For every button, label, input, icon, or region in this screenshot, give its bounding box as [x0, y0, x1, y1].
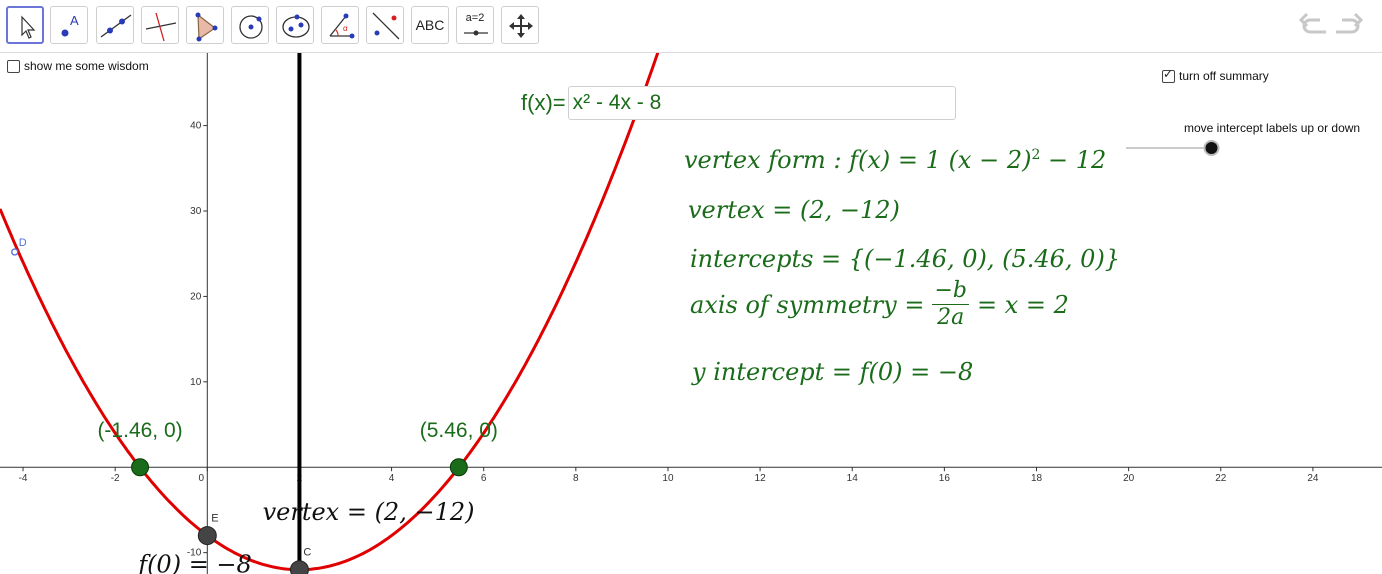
x-tick-label: 20: [1123, 473, 1135, 484]
svg-text:α: α: [343, 24, 348, 33]
svg-text:A: A: [70, 13, 79, 28]
axis-fraction: −b 2a: [932, 278, 969, 331]
vertex-form-constant: − 12: [1040, 146, 1107, 174]
y-tick-label: 10: [190, 377, 202, 388]
ellipse-icon: [282, 14, 310, 38]
axis-of-symmetry-label: axis of symmetry =: [690, 290, 925, 319]
x-tick-label: 4: [389, 473, 395, 484]
undo-redo-icons: [1298, 12, 1364, 34]
point-D-label: D: [19, 237, 27, 249]
slider-tool-button[interactable]: a=2: [456, 6, 494, 44]
y-tick-label: 30: [190, 206, 202, 217]
line-tool-button[interactable]: [96, 6, 134, 44]
tick-labels: -4-2024681012141618202224-1010203040: [19, 121, 1319, 559]
axis-fraction-numerator: −b: [932, 278, 969, 305]
axis-ticks: [22, 125, 1314, 554]
point-E[interactable]: [197, 526, 217, 546]
parabola-curve[interactable]: [0, 53, 674, 572]
point-C-label: C: [303, 547, 311, 559]
input-bar-label: f(x)=: [521, 90, 566, 115]
summary-vertex-form: vertex form : f(x) = 1 (x − 2)2 − 12: [684, 146, 1106, 174]
x-tick-label: 16: [939, 473, 951, 484]
point-E-label: E: [211, 513, 218, 525]
perpendicular-line-tool-button[interactable]: [141, 6, 179, 44]
function-input-field[interactable]: x² - 4x - 8: [567, 86, 956, 120]
move-arrows-icon: [509, 14, 533, 38]
x-intercept-right[interactable]: [449, 458, 468, 477]
text-tool-button[interactable]: ABC: [411, 6, 449, 44]
summary-checkbox[interactable]: [1162, 67, 1175, 83]
wisdom-checkbox-label: show me some wisdom: [24, 59, 149, 73]
point-C[interactable]: [289, 560, 309, 574]
f0-annotation: f(0) = −8: [136, 550, 252, 574]
x-intercept-left-label: (-1.46, 0): [97, 419, 182, 442]
toolbar: A α ABC a=2: [0, 0, 1382, 53]
slider-icon: [464, 30, 488, 36]
x-tick-label: 14: [847, 473, 859, 484]
move-tool-button[interactable]: [6, 6, 44, 44]
x-intercept-right-label: (5.46, 0): [420, 419, 498, 442]
point-icon: A: [61, 13, 79, 37]
y-tick-label: 20: [190, 291, 202, 302]
polygon-icon: [195, 12, 218, 42]
line-icon: [100, 14, 132, 38]
x-tick-label: 0: [199, 473, 205, 484]
redo-icon[interactable]: [1336, 12, 1364, 34]
move-graphics-view-tool-button[interactable]: [501, 6, 539, 44]
x-tick-label: 12: [755, 473, 767, 484]
circle-icon: [239, 15, 263, 39]
axis-fraction-denominator: 2a: [937, 305, 965, 330]
point-tool-button[interactable]: A: [50, 6, 88, 44]
reflect-about-line-icon: [372, 12, 400, 40]
circle-tool-button[interactable]: [231, 6, 269, 44]
text-tool-label: ABC: [415, 17, 445, 33]
summary-checkbox-label: turn off summary: [1179, 69, 1269, 83]
ellipse-tool-button[interactable]: [276, 6, 314, 44]
vertex-annotation: vertex = (2, −12): [263, 498, 475, 526]
x-tick-label: -2: [111, 473, 120, 484]
x-tick-label: 24: [1307, 473, 1319, 484]
x-intercept-left[interactable]: [131, 458, 150, 477]
summary-intercepts: intercepts = {(−1.46, 0), (5.46, 0)}: [690, 245, 1121, 273]
x-tick-label: 6: [481, 473, 487, 484]
summary-axis-of-symmetry: axis of symmetry = −b 2a = x = 2: [690, 278, 1069, 331]
point-D[interactable]: [11, 248, 19, 256]
x-tick-label: -4: [19, 473, 28, 484]
reflect-tool-button[interactable]: [366, 6, 404, 44]
x-tick-label: 10: [662, 473, 674, 484]
intercept-label-slider[interactable]: [1120, 137, 1230, 159]
undo-redo-group: [1298, 10, 1368, 45]
input-bar: f(x)= x² - 4x - 8: [521, 85, 956, 121]
summary-checkbox-row[interactable]: turn off summary: [1162, 67, 1269, 83]
slider-knob-center: [1205, 142, 1218, 154]
x-tick-label: 8: [573, 473, 579, 484]
angle-tool-button[interactable]: α: [321, 6, 359, 44]
summary-y-intercept: y intercept = f(0) = −8: [692, 358, 974, 386]
polygon-tool-button[interactable]: [186, 6, 224, 44]
wisdom-checkbox-row[interactable]: show me some wisdom: [7, 59, 149, 73]
summary-vertex: vertex = (2, −12): [688, 196, 900, 224]
slider-label: move intercept labels up or down: [1184, 121, 1361, 135]
axis-of-symmetry-value: = x = 2: [976, 290, 1069, 319]
x-tick-label: 18: [1031, 473, 1043, 484]
undo-icon[interactable]: [1298, 12, 1326, 34]
wisdom-checkbox[interactable]: [7, 59, 20, 73]
vertex-form-text: vertex form : f(x) = 1 (x − 2): [684, 146, 1032, 174]
y-tick-label: 40: [190, 121, 202, 132]
arrow-cursor-icon: [21, 15, 36, 39]
angle-icon: α: [329, 13, 355, 39]
perpendicular-line-icon: [145, 12, 177, 42]
x-tick-label: 22: [1215, 473, 1227, 484]
